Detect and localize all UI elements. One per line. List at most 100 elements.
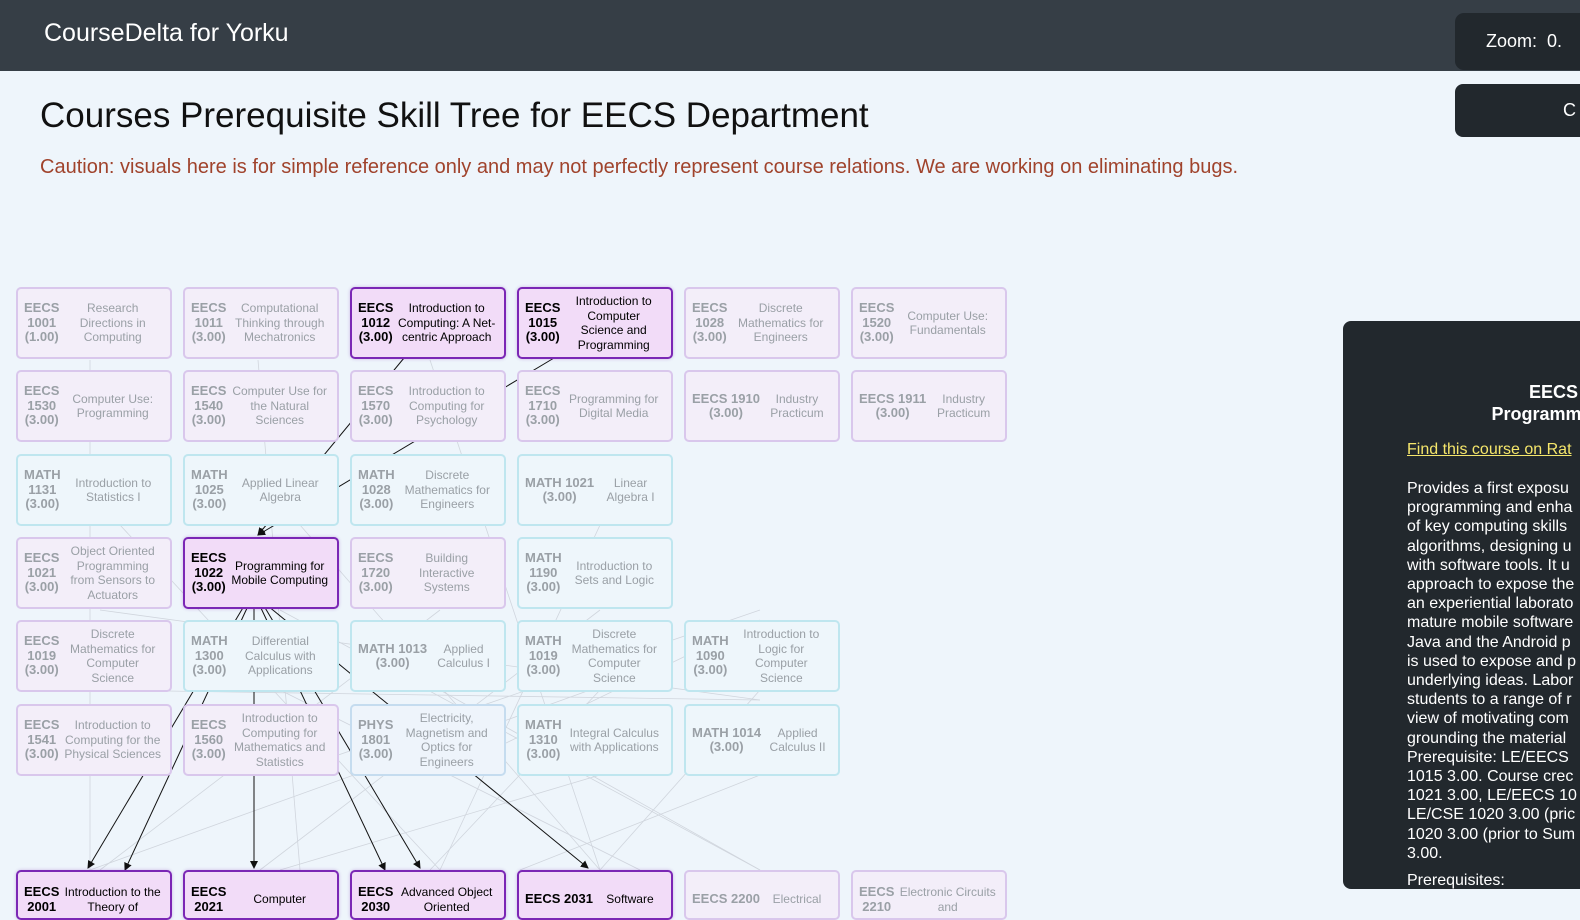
course-title: Electricity, Magnetism and Optics for En… bbox=[405, 711, 488, 769]
course-code: MATH 1013 (3.00) bbox=[358, 640, 428, 670]
course-card[interactable]: MATH 1013 (3.00) Applied Calculus I bbox=[350, 620, 506, 692]
course-code: EECS 1012 (3.00) bbox=[358, 300, 394, 345]
course-description: Provides a first exposu programming and … bbox=[1407, 480, 1577, 862]
panel-title: EECS 1 Programming fo bbox=[1491, 382, 1580, 424]
course-title: Electrical bbox=[772, 892, 822, 906]
course-card[interactable]: EECS 1011 (3.00) Computational Thinking th… bbox=[183, 287, 339, 359]
course-title: Computer Use: Fundamentals bbox=[907, 308, 989, 338]
caution-text: Caution: visuals here is for simple refe… bbox=[40, 156, 1238, 178]
course-card[interactable]: PHYS 1801 (3.00) Electricity, Magnetism an… bbox=[350, 704, 506, 776]
course-code: EECS 1530 (3.00) bbox=[24, 383, 60, 428]
top-navbar: CourseDelta for Yorku bbox=[0, 0, 1580, 71]
course-code: EECS 1710 (3.00) bbox=[525, 383, 561, 428]
course-card[interactable]: MATH 1021 (3.00) Linear Algebra I bbox=[517, 454, 673, 526]
course-card[interactable]: MATH 1019 (3.00) Discrete Mathematics for … bbox=[517, 620, 673, 692]
course-title: Programming for Mobile Computing bbox=[231, 558, 329, 588]
course-code: MATH 1028 (3.00) bbox=[358, 467, 395, 512]
course-code: PHYS 1801 (3.00) bbox=[358, 717, 394, 762]
course-code: EECS 1520 (3.00) bbox=[859, 300, 895, 345]
course-card[interactable]: EECS 1001 (1.00) Research Directions in Co… bbox=[16, 287, 172, 359]
course-card[interactable]: EECS 1028 (3.00) Discrete Mathematics for … bbox=[684, 287, 840, 359]
course-card[interactable]: EECS 1530 (3.00) Computer Use: Programming bbox=[16, 370, 172, 442]
course-card[interactable]: MATH 1300 (3.00) Differential Calculus wit… bbox=[183, 620, 339, 692]
course-card-eecs-2001[interactable]: EECS 2001 Introduction to the Theory of bbox=[16, 870, 172, 920]
course-card-eecs-2021[interactable]: EECS 2021 Computer bbox=[183, 870, 339, 920]
course-card-eecs-1015[interactable]: EECS 1015 (3.00) Introduction to Computer … bbox=[517, 287, 673, 359]
course-card[interactable]: MATH 1190 (3.00) Introduction to Sets and … bbox=[517, 537, 673, 609]
course-card[interactable]: EECS 1019 (3.00) Discrete Mathematics for … bbox=[16, 620, 172, 692]
course-card[interactable]: EECS 1911 (3.00) Industry Practicum bbox=[851, 370, 1007, 442]
course-title: Introduction to Computing: A Net-centric… bbox=[398, 301, 496, 345]
action-button[interactable]: C bbox=[1455, 84, 1580, 137]
course-code: MATH 1300 (3.00) bbox=[191, 633, 228, 678]
course-title: Introduction to Statistics I bbox=[75, 475, 152, 505]
course-title: Software bbox=[606, 892, 654, 906]
course-code: EECS 1541 (3.00) bbox=[24, 717, 60, 762]
course-title: Discrete Mathematics for Engineers bbox=[738, 301, 824, 345]
course-card[interactable]: EECS 2210 Electronic Circuits and bbox=[851, 870, 1007, 920]
course-title: Introduction to Computer Science and Pro… bbox=[575, 294, 652, 352]
course-detail-panel: EECS 1 Programming fo Find this course o… bbox=[1343, 321, 1580, 889]
course-card[interactable]: EECS 1540 (3.00) Computer Use for the Natu… bbox=[183, 370, 339, 442]
course-card[interactable]: MATH 1131 (3.00) Introduction to Statistic… bbox=[16, 454, 172, 526]
course-title: Applied Linear Algebra bbox=[241, 475, 319, 505]
course-title: Programming for Digital Media bbox=[569, 391, 659, 421]
course-card-eecs-1022-selected[interactable]: EECS 1022 (3.00) Programming for Mobile Co… bbox=[183, 537, 339, 609]
course-code: EECS 1570 (3.00) bbox=[358, 383, 394, 428]
course-code: EECS 1001 (1.00) bbox=[24, 300, 60, 345]
course-card[interactable]: MATH 1310 (3.00) Integral Calculus with Ap… bbox=[517, 704, 673, 776]
course-code: MATH 1090 (3.00) bbox=[692, 633, 729, 678]
course-title: Industry Practicum bbox=[936, 391, 991, 421]
course-title: Advanced Object Oriented bbox=[401, 885, 493, 914]
course-title: Discrete Mathematics for Computer Scienc… bbox=[70, 627, 156, 685]
course-card[interactable]: MATH 1014 (3.00) Applied Calculus II bbox=[684, 704, 840, 776]
course-card[interactable]: EECS 2200 Electrical bbox=[684, 870, 840, 920]
course-code: EECS 2200 bbox=[692, 891, 760, 906]
course-title: Object Oriented Programming from Sensors… bbox=[70, 544, 156, 602]
course-title: Building Interactive Systems bbox=[419, 551, 475, 595]
zoom-control[interactable]: Zoom: 0. bbox=[1455, 13, 1580, 70]
course-title: Industry Practicum bbox=[770, 391, 824, 421]
course-title: Introduction to Computing for Mathematic… bbox=[234, 711, 326, 769]
course-code: EECS 1015 (3.00) bbox=[525, 300, 561, 345]
course-card[interactable]: EECS 1021 (3.00) Object Oriented Programmi… bbox=[16, 537, 172, 609]
course-card[interactable]: EECS 1710 (3.00) Programming for Digital M… bbox=[517, 370, 673, 442]
course-code: EECS 2031 bbox=[525, 891, 593, 906]
course-card-eecs-1012[interactable]: EECS 1012 (3.00) Introduction to Computing… bbox=[350, 287, 506, 359]
course-card[interactable]: EECS 1541 (3.00) Introduction to Computing… bbox=[16, 704, 172, 776]
course-card[interactable]: MATH 1028 (3.00) Discrete Mathematics for … bbox=[350, 454, 506, 526]
course-code: EECS 1720 (3.00) bbox=[358, 550, 394, 595]
course-code: EECS 1022 (3.00) bbox=[191, 550, 227, 595]
course-title: Discrete Mathematics for Computer Scienc… bbox=[571, 627, 657, 685]
course-card[interactable]: EECS 1910 (3.00) Industry Practicum bbox=[684, 370, 840, 442]
course-title: Introduction to Logic for Computer Scien… bbox=[743, 627, 820, 685]
course-title: Introduction to the Theory of bbox=[64, 885, 161, 914]
course-title: Research Directions in Computing bbox=[79, 301, 146, 345]
course-code: EECS 1028 (3.00) bbox=[692, 300, 728, 345]
course-title: Differential Calculus with Applications bbox=[244, 634, 316, 678]
course-card[interactable]: EECS 1560 (3.00) Introduction to Computing… bbox=[183, 704, 339, 776]
course-code: EECS 1021 (3.00) bbox=[24, 550, 60, 595]
rate-my-course-link[interactable]: Find this course on Rat bbox=[1407, 441, 1572, 459]
course-title: Integral Calculus with Applications bbox=[569, 725, 659, 755]
course-title: Applied Calculus II bbox=[769, 725, 826, 755]
course-title: Computer Use for the Natural Sciences bbox=[232, 384, 328, 428]
prerequisites-heading: Prerequisites: bbox=[1407, 872, 1505, 889]
course-card[interactable]: EECS 1520 (3.00) Computer Use: Fundamental… bbox=[851, 287, 1007, 359]
zoom-label: Zoom: bbox=[1486, 31, 1538, 51]
course-title: Introduction to Sets and Logic bbox=[574, 558, 654, 588]
course-title: Discrete Mathematics for Engineers bbox=[404, 468, 490, 512]
course-card[interactable]: EECS 1720 (3.00) Building Interactive Syst… bbox=[350, 537, 506, 609]
course-card[interactable]: EECS 1570 (3.00) Introduction to Computing… bbox=[350, 370, 506, 442]
course-title: Linear Algebra I bbox=[606, 475, 655, 505]
course-title: Computational Thinking through Mechatron… bbox=[235, 301, 325, 345]
course-code: MATH 1310 (3.00) bbox=[525, 717, 562, 762]
course-card[interactable]: MATH 1025 (3.00) Applied Linear Algebra bbox=[183, 454, 339, 526]
course-card[interactable]: MATH 1090 (3.00) Introduction to Logic for… bbox=[684, 620, 840, 692]
course-card-eecs-2030[interactable]: EECS 2030 Advanced Object Oriented bbox=[350, 870, 506, 920]
course-title: Applied Calculus I bbox=[437, 641, 490, 671]
course-code: EECS 1910 (3.00) bbox=[692, 390, 760, 420]
course-code: EECS 1911 (3.00) bbox=[859, 390, 927, 420]
brand-title[interactable]: CourseDelta for Yorku bbox=[44, 19, 289, 48]
course-card-eecs-2031[interactable]: EECS 2031 Software bbox=[517, 870, 673, 920]
